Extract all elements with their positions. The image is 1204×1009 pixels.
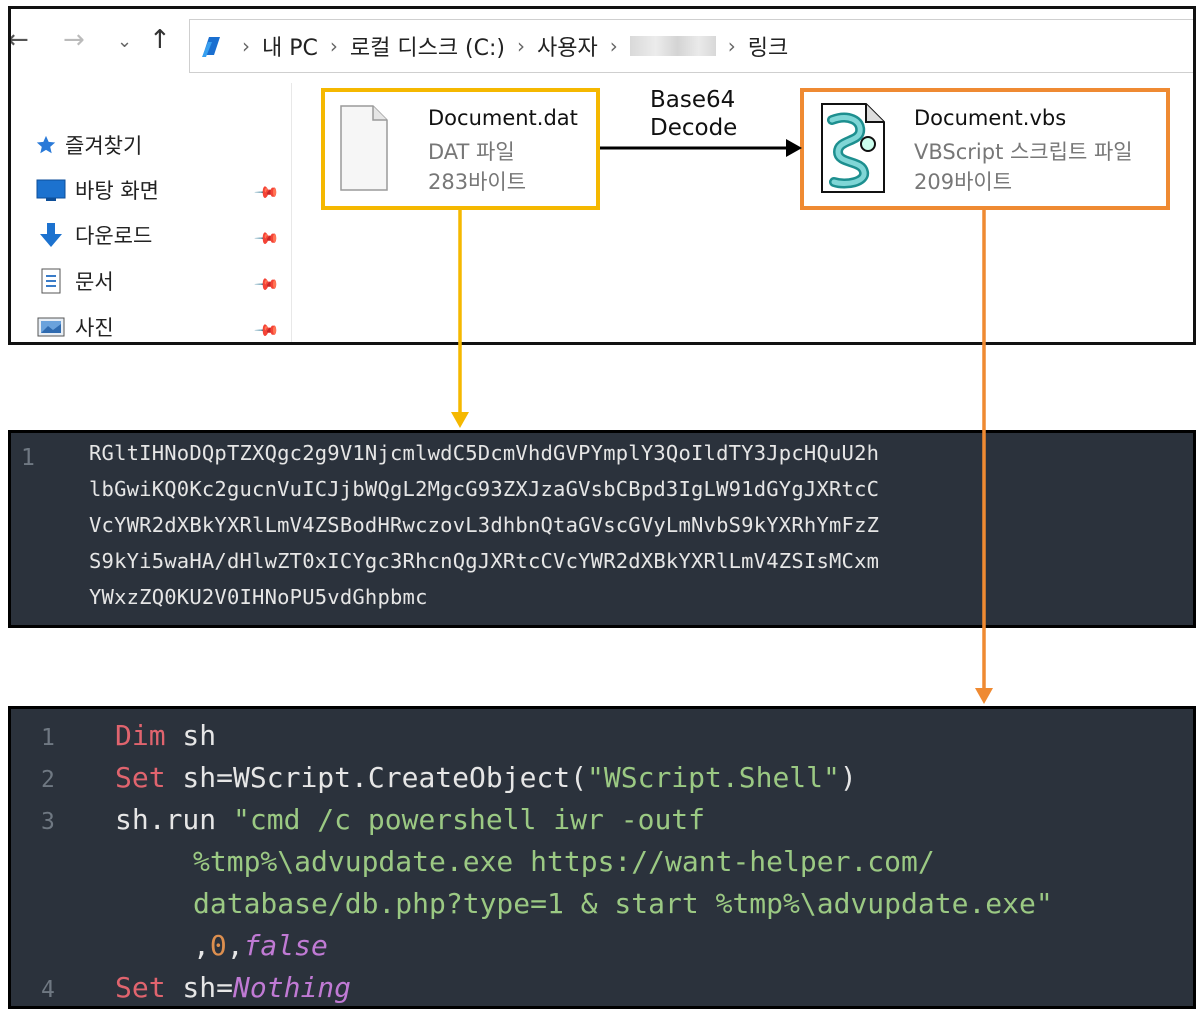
connector-arrows — [451, 139, 993, 704]
dat-content-arrow — [451, 210, 469, 428]
vbs-content-arrow — [975, 210, 993, 704]
decode-arrow — [600, 139, 802, 157]
